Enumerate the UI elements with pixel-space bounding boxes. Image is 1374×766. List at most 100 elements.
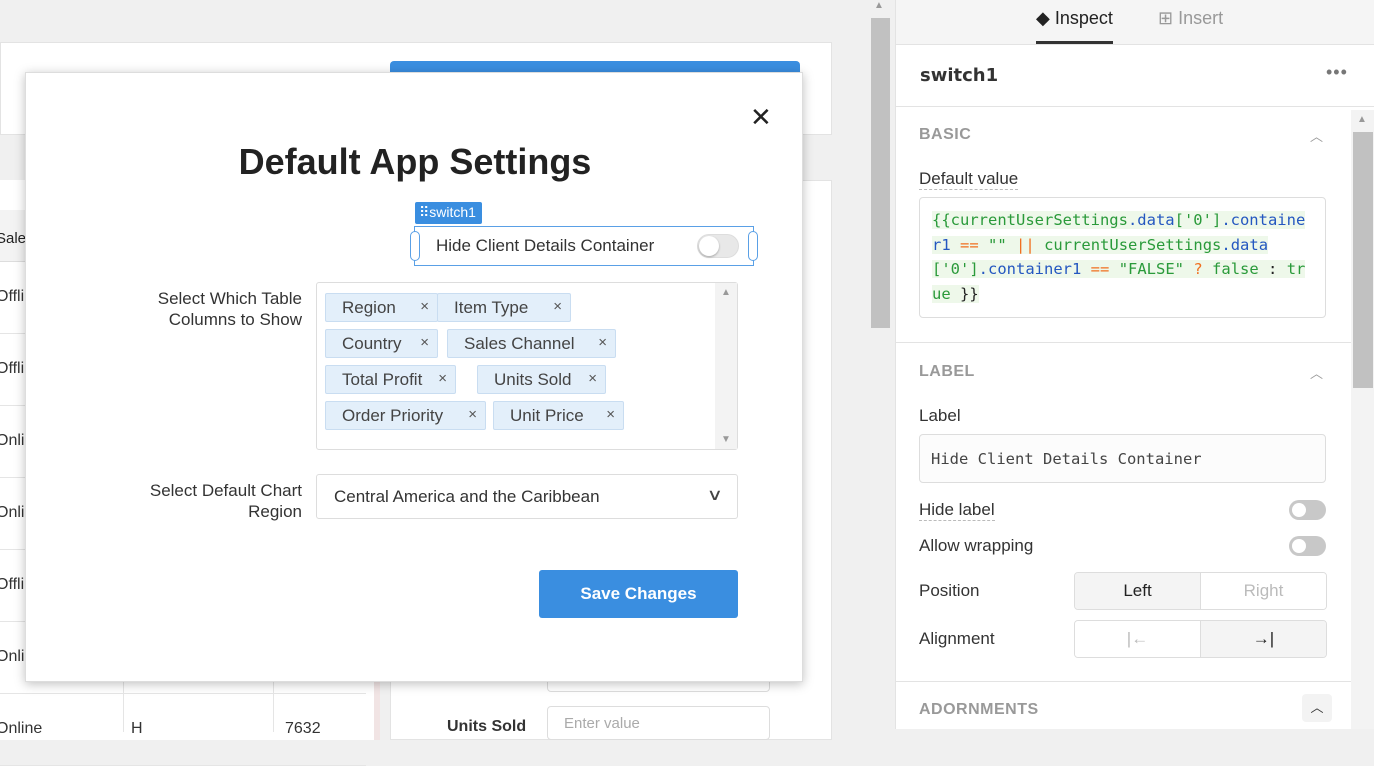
switch1-selection[interactable]: Hide Client Details Container [410,226,758,266]
chevron-up-icon[interactable]: ︿ [1310,363,1323,382]
column-chip: Unit Price × [493,401,624,430]
align-right-icon[interactable]: →| [1200,621,1326,657]
remove-chip-icon[interactable]: × [468,406,477,423]
drag-handle-icon[interactable]: ⠿ [419,204,429,220]
close-icon[interactable]: ✕ [750,103,772,133]
code-token: || [1016,235,1035,254]
default-value-label: Default value [919,169,1019,190]
label-input[interactable]: Hide Client Details Container [919,434,1326,483]
code-token: "" [988,235,1007,254]
remove-chip-icon[interactable]: × [553,298,562,315]
switch-label: Hide Client Details Container [436,236,655,255]
modal-title: Default App Settings [238,141,592,182]
column-chip: Item Type × [437,293,571,322]
divider [896,342,1351,343]
code-token: == [1090,260,1110,278]
code-token [1109,260,1119,278]
section-label[interactable]: LABEL [919,363,975,381]
component-tag-label: switch1 [429,204,476,220]
cell-channel: Onli [0,432,25,449]
code-token: == [960,235,979,254]
cell-channel: Offli [0,288,25,305]
column-chip: Region × [325,293,438,322]
position-segmented: Left Right [1074,572,1327,610]
component-name[interactable]: switch1 [920,65,998,86]
insert-icon: ⊞ [1158,8,1174,28]
resize-handle-left[interactable] [410,231,420,261]
divider [896,681,1351,682]
code-token [1006,235,1017,254]
align-left-icon[interactable]: |← [1075,621,1200,657]
hide-label-toggle[interactable] [1289,500,1326,520]
more-options-icon[interactable]: ••• [1326,62,1348,83]
chevron-up-icon[interactable]: ︿ [1310,126,1323,145]
scroll-up-arrow-icon[interactable]: ▲ [874,0,884,11]
section-adornments[interactable]: ADORNMENTS [919,701,1039,719]
layers-icon: ◆ [1036,8,1050,28]
code-token: ? [1193,260,1203,278]
alignment-segmented: |← →| [1074,620,1327,658]
code-token [1202,260,1213,278]
code-token: .data [1221,235,1269,254]
divider [896,106,1374,107]
tab-inspect[interactable]: ◆ Inspect [1036,8,1113,44]
code-token: currentUserSettings [1044,235,1222,254]
code-token [978,235,989,254]
save-changes-button[interactable]: Save Changes [539,570,738,618]
code-token: .data [1127,211,1175,229]
scroll-up-arrow-icon[interactable]: ▲ [721,287,731,298]
units-sold-input[interactable]: Enter value [547,706,770,740]
chip-label: Units Sold [494,370,572,389]
column-chip: Order Priority × [325,401,486,430]
code-token: {{currentUserSettings [932,211,1128,229]
scroll-up-arrow-icon[interactable]: ▲ [1357,114,1367,125]
cell-units: 7632 [285,720,321,737]
position-left[interactable]: Left [1075,573,1200,609]
position-right[interactable]: Right [1200,573,1326,609]
hide-client-details-switch[interactable] [697,234,739,258]
chip-label: Item Type [454,298,529,317]
resize-handle-right[interactable] [748,231,758,261]
region-select-value: Central America and the Caribbean [334,487,600,506]
code-token [1184,260,1194,278]
code-token: "FALSE" [1118,260,1185,278]
code-token: false [1212,260,1259,278]
remove-chip-icon[interactable]: × [606,406,615,423]
cell-priority: H [131,720,143,737]
chevron-up-icon[interactable]: ︿ [1302,694,1332,722]
cell-channel: Offli [0,576,25,593]
allow-wrapping-toggle[interactable] [1289,536,1326,556]
scroll-down-arrow-icon[interactable]: ▼ [721,434,731,445]
code-token [1081,260,1091,278]
chip-label: Total Profit [342,370,423,389]
inspector-tabs: ◆ Inspect ⊞ Insert [896,0,1374,45]
label-field-label: Label [919,406,961,425]
region-select[interactable]: Central America and the Caribbean ∨ [316,474,738,519]
column-chip: Sales Channel × [447,329,616,358]
position-label: Position [919,581,980,600]
chevron-down-icon: ∨ [706,487,724,504]
inspector-scrollbar-thumb[interactable] [1353,132,1373,388]
canvas-scrollbar-thumb[interactable] [871,18,890,328]
remove-chip-icon[interactable]: × [420,298,429,315]
table-header-sales-channel: Sale [0,230,27,247]
chip-label: Country [342,334,402,353]
remove-chip-icon[interactable]: × [598,334,607,351]
component-tag[interactable]: ⠿switch1 [415,202,482,224]
settings-modal: ✕ Default App Settings ⠿switch1 Hide Cli… [25,72,803,682]
code-token: .container1 [978,260,1082,278]
code-token [1034,235,1045,254]
chip-label: Sales Channel [464,334,575,353]
section-basic[interactable]: BASIC [919,126,971,144]
remove-chip-icon[interactable]: × [420,334,429,351]
multiselect-scrollbar[interactable]: ▲ ▼ [715,283,737,449]
table-row[interactable]: Online H 7632 [0,694,366,766]
allow-wrapping-label: Allow wrapping [919,536,1034,555]
remove-chip-icon[interactable]: × [588,370,597,387]
column-chip: Country × [325,329,438,358]
default-value-editor[interactable]: {{currentUserSettings.data['0'].containe… [919,197,1326,318]
columns-multiselect[interactable]: ▲ ▼ Region × Item Type × Country × Sales Chann… [316,282,738,450]
inspector-panel: ◆ Inspect ⊞ Insert switch1 ••• BASIC ︿ D… [895,0,1374,729]
remove-chip-icon[interactable]: × [438,370,447,387]
tab-insert[interactable]: ⊞ Insert [1158,8,1223,29]
